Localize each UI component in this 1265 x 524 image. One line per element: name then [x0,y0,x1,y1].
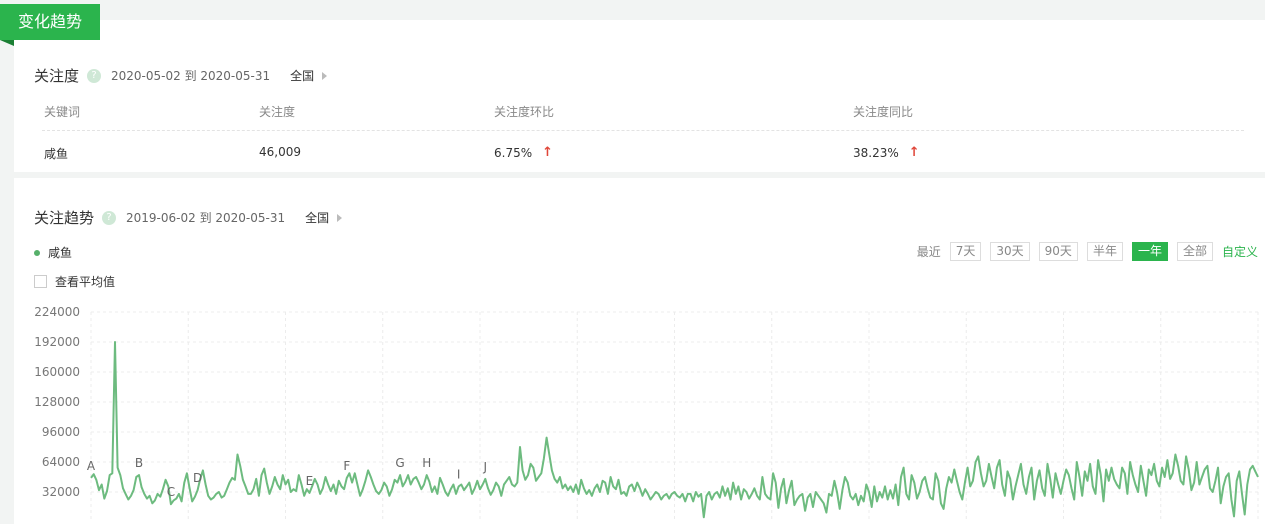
trend-line-chart: 224000192000160000128000960006400032000 … [34,305,1259,522]
y-tick-label: 64000 [42,455,80,469]
chart-legend[interactable]: 咸鱼 [34,244,72,261]
checkbox[interactable] [34,275,47,288]
cell-value: 46,009 [259,145,301,159]
mom-text: 6.75% [494,145,533,160]
section-header-ribbon: 变化趋势 [0,4,101,40]
question-circle-icon[interactable]: ? [102,210,117,225]
annotation-h[interactable]: H [422,456,431,470]
trend-header: 关注趋势 ? 2019-06-02 到 2020-05-31 全国 [34,207,343,228]
y-tick-label: 32000 [42,485,80,499]
y-tick-label: 128000 [34,395,80,409]
caret-right-icon[interactable] [322,71,328,80]
col-header-yoy: 关注度同比 [853,105,914,119]
ribbon-fold [0,40,14,46]
annotation-i[interactable]: I [457,467,461,481]
attention-header: 关注度 ? 2020-05-02 到 2020-05-31 全国 [34,65,328,86]
cell-keyword: 咸鱼 [44,145,68,162]
section-title: 变化趋势 [18,12,83,31]
col-header-keyword: 关键词 [44,105,81,119]
trend-date-range: 2019-06-02 到 2020-05-31 [126,211,286,225]
trend-region-select[interactable]: 全国 [305,209,329,226]
annotation-f[interactable]: F [343,459,350,473]
y-tick-label: 192000 [34,335,80,349]
custom-range-link[interactable]: 自定义 [1222,243,1258,260]
range-button-7d[interactable]: 7天 [949,242,982,261]
arrow-up-icon: ↑ [908,145,920,160]
attention-date-range: 2020-05-02 到 2020-05-31 [111,69,271,83]
col-header-mom: 关注度环比 [494,105,555,119]
y-tick-label: 96000 [42,425,80,439]
range-label: 最近 [916,245,941,259]
annotation-a[interactable]: A [87,459,96,473]
question-circle-icon[interactable]: ? [87,68,102,83]
range-button-one-year[interactable]: 一年 [1131,242,1168,261]
cell-mom: 6.75% ↑ [494,145,553,160]
annotation-c[interactable]: C [167,485,175,499]
col-header-value: 关注度 [259,105,296,119]
table-divider [42,130,1244,131]
trend-title: 关注趋势 [34,209,95,227]
range-selector: 最近 7天 30天 90天 半年 一年 全部 自定义 [917,242,1258,261]
attention-title: 关注度 [34,67,80,85]
range-button-all[interactable]: 全部 [1176,242,1213,261]
arrow-up-icon: ↑ [542,145,554,160]
legend-dot-icon [34,249,40,256]
annotation-d[interactable]: D [193,471,202,485]
annotation-e[interactable]: E [306,474,314,488]
caret-right-icon[interactable] [337,213,343,222]
keyword-text: 咸鱼 [44,147,69,161]
y-tick-label: 160000 [34,365,80,379]
cell-yoy: 38.23% ↑ [853,145,920,160]
annotation-b[interactable]: B [135,456,143,470]
range-button-half-year[interactable]: 半年 [1086,242,1123,261]
range-button-90d[interactable]: 90天 [1038,242,1078,261]
value-text: 46,009 [259,145,301,159]
range-button-30d[interactable]: 30天 [990,242,1030,261]
annotation-g[interactable]: G [395,456,404,470]
annotation-j[interactable]: J [483,460,488,474]
attention-card [14,20,1265,172]
y-axis: 224000 192000 160000 128000 96000 64000 32000 [34,305,80,499]
y-tick-label: 224000 [34,305,80,319]
attention-region-select[interactable]: 全国 [290,67,314,84]
show-average-toggle[interactable]: 查看平均值 [34,273,115,290]
show-average-label: 查看平均值 [55,275,116,289]
legend-label: 咸鱼 [48,246,73,260]
yoy-text: 38.23% [853,145,899,160]
